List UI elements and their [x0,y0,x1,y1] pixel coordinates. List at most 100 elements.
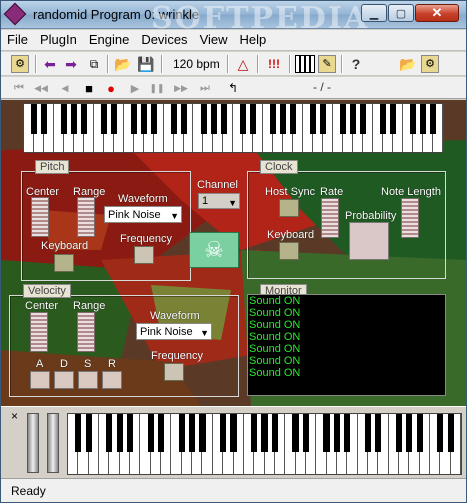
piano-black-key[interactable] [180,104,187,134]
attack-pad[interactable] [30,371,50,389]
piano-black-key[interactable] [130,104,137,134]
piano-black-key[interactable] [157,414,165,452]
tempo-display[interactable]: 120 bpm [173,57,220,71]
menu-view[interactable]: View [194,30,234,50]
keyboard-view-icon[interactable] [295,55,315,73]
step-back-icon[interactable]: ◀ [57,79,73,97]
bottom-piano-keyboard[interactable] [67,413,462,475]
piano-black-key[interactable] [80,104,87,134]
piano-black-key[interactable] [420,104,427,134]
piano-black-key[interactable] [230,414,237,452]
piano-black-key[interactable] [430,104,436,134]
sustain-pad[interactable] [78,371,98,389]
piano-black-key[interactable] [261,414,268,452]
piano-black-key[interactable] [106,414,113,452]
piano-black-key[interactable] [360,104,367,134]
close-keyboard-icon[interactable]: × [11,409,18,423]
piano-black-key[interactable] [220,104,227,134]
piano-black-key[interactable] [447,414,454,452]
loop-icon[interactable]: ↰ [225,79,241,97]
stop-icon[interactable]: ■ [81,79,97,97]
settings-icon[interactable]: ⚙ [421,55,439,73]
pitch-range-slider[interactable] [77,197,95,237]
next-program-icon[interactable]: ➡ [62,55,80,73]
title-bar[interactable]: randomid Program 0: wrinkle SOFTPEDIA ▁ … [1,1,466,36]
velocity-center-slider[interactable] [30,312,48,352]
piano-black-key[interactable] [75,414,82,452]
record-icon[interactable]: ● [103,79,119,97]
rate-slider[interactable] [321,198,339,238]
channel-dropdown[interactable]: 1 ▼ [198,193,240,209]
top-piano-keyboard[interactable] [23,103,444,153]
piano-black-key[interactable] [406,414,413,452]
piano-black-key[interactable] [290,104,297,134]
piano-black-key[interactable] [410,104,417,134]
piano-black-key[interactable] [280,104,287,134]
piano-black-key[interactable] [116,414,123,452]
panic-icon[interactable]: !!! [263,55,285,73]
piano-black-key[interactable] [126,414,134,452]
piano-black-key[interactable] [150,104,157,134]
probability-pad[interactable] [349,222,389,260]
host-sync-toggle[interactable] [279,199,299,217]
velocity-waveform-dropdown[interactable]: Pink Noise ▼ [136,323,212,340]
piano-black-key[interactable] [364,414,372,452]
fast-back-icon[interactable]: ◀◀ [33,79,49,97]
skip-end-icon[interactable]: ⏭ [197,79,213,97]
piano-black-key[interactable] [271,414,278,452]
play-icon[interactable]: ▶ [127,79,143,97]
plugin-settings-icon[interactable]: ⚙ [11,55,29,73]
piano-black-key[interactable] [60,104,67,134]
piano-black-key[interactable] [375,414,382,452]
previous-program-icon[interactable]: ⬅ [41,55,59,73]
close-button[interactable]: ✕ [415,4,459,22]
release-pad[interactable] [102,371,122,389]
piano-black-key[interactable] [380,104,387,134]
piano-black-key[interactable] [340,104,347,134]
menu-devices[interactable]: Devices [135,30,193,50]
piano-black-key[interactable] [178,414,185,452]
pitch-waveform-dropdown[interactable]: Pink Noise ▼ [104,206,182,223]
piano-black-key[interactable] [199,414,206,452]
piano-black-key[interactable] [344,414,351,452]
velocity-frequency-knob[interactable] [164,363,184,381]
menu-plugin[interactable]: PlugIn [34,30,83,50]
piano-black-key[interactable] [40,104,47,134]
open-folder-icon[interactable]: 📂 [399,55,417,73]
piano-black-key[interactable] [240,104,247,134]
piano-black-key[interactable] [70,104,77,134]
piano-black-key[interactable] [292,414,299,452]
metronome-icon[interactable]: △ [234,55,252,73]
velocity-range-slider[interactable] [77,312,95,352]
fast-forward-icon[interactable]: ▶▶ [173,79,189,97]
piano-black-key[interactable] [210,104,217,134]
note-length-slider[interactable] [401,198,419,238]
piano-black-key[interactable] [310,104,317,134]
help-icon[interactable]: ? [347,55,365,73]
clock-keyboard-toggle[interactable] [279,242,299,260]
menu-help[interactable]: Help [234,30,273,50]
program-list-icon[interactable]: ⧉ [85,55,103,73]
piano-black-key[interactable] [350,104,357,134]
piano-black-key[interactable] [270,104,277,134]
menu-engine[interactable]: Engine [83,30,135,50]
piano-black-key[interactable] [395,414,403,452]
minimize-button[interactable]: ▁ [361,4,387,22]
maximize-button[interactable]: ▢ [388,4,414,22]
piano-black-key[interactable] [416,414,423,452]
piano-black-key[interactable] [302,414,309,452]
piano-black-key[interactable] [200,104,207,134]
decay-pad[interactable] [54,371,74,389]
modulation-wheel[interactable] [47,413,59,473]
open-icon[interactable]: 📂 [114,55,132,73]
menu-file[interactable]: File [1,30,34,50]
piano-black-key[interactable] [250,104,257,134]
piano-black-key[interactable] [147,414,154,452]
pause-icon[interactable]: ❚❚ [149,79,165,97]
piano-black-key[interactable] [140,104,147,134]
rewind-start-icon[interactable]: ⏮ [11,79,27,97]
edit-icon[interactable]: ✎ [318,55,336,73]
piano-black-key[interactable] [390,104,397,134]
piano-black-key[interactable] [251,414,258,452]
piano-black-key[interactable] [100,104,107,134]
